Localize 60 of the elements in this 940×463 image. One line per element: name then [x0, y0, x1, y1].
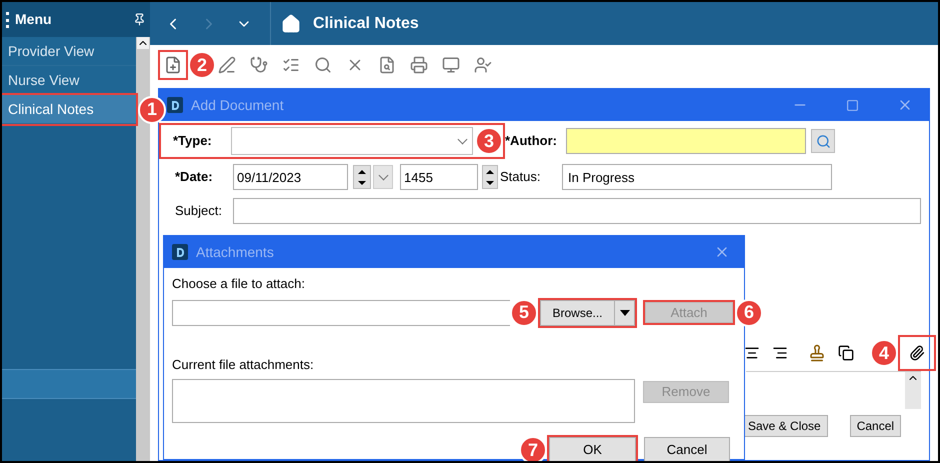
maximize-icon[interactable]: [846, 98, 859, 112]
step-number-badge: 3: [475, 127, 503, 155]
field-label: Subject:: [174, 202, 223, 220]
pen-icon[interactable]: [218, 56, 236, 74]
dialog-title: Add Document: [191, 96, 285, 114]
drag-handle-icon: [6, 12, 9, 28]
field-label: *Type:: [172, 132, 213, 150]
paperclip-icon: [909, 345, 925, 361]
author-field[interactable]: [566, 128, 806, 154]
align-right-icon[interactable]: [772, 345, 788, 361]
date-field[interactable]: 09/11/2023: [233, 164, 348, 190]
page-title: Clinical Notes: [313, 14, 419, 34]
status-field[interactable]: In Progress: [562, 164, 832, 190]
spin-buttons-icon[interactable]: [353, 165, 371, 189]
step-number-badge: 2: [188, 51, 216, 79]
menu-item[interactable]: Provider View: [2, 37, 136, 66]
app-logo-icon: [172, 244, 188, 260]
new-document-icon: [164, 56, 182, 74]
search-button[interactable]: [811, 129, 835, 153]
dialog-title: Attachments: [196, 242, 275, 262]
step-number-badge: 4: [870, 339, 898, 367]
attachments-list[interactable]: [172, 379, 635, 423]
app-logo-icon: [167, 97, 183, 113]
monitor-icon[interactable]: [442, 56, 460, 74]
menu-item[interactable]: Nurse View: [2, 66, 136, 95]
field-label: *Date:: [174, 168, 214, 186]
dialog-button[interactable]: Cancel: [850, 415, 902, 437]
field-label: *Author:: [504, 132, 558, 150]
spin-buttons-icon[interactable]: [482, 165, 498, 189]
step-number-badge: 5: [510, 298, 538, 326]
search-icon[interactable]: [314, 56, 332, 74]
menu-item[interactable]: Clinical Notes: [2, 95, 136, 124]
browse-button[interactable]: Browse...: [540, 300, 615, 326]
user-check-icon[interactable]: [474, 56, 492, 74]
print-icon[interactable]: [410, 56, 428, 74]
new-document-button[interactable]: [160, 52, 186, 78]
align-center-icon[interactable]: [744, 345, 760, 361]
copy-icon[interactable]: [838, 345, 854, 361]
time-field[interactable]: 1455: [400, 164, 478, 190]
attach-button[interactable]: [900, 337, 934, 369]
subject-field[interactable]: [233, 198, 921, 224]
document-search-icon[interactable]: [378, 56, 396, 74]
list-icon[interactable]: [282, 56, 300, 74]
scroll-up-icon[interactable]: [137, 37, 149, 49]
magnifier-icon: [816, 134, 830, 148]
step-number-badge: 7: [519, 436, 547, 461]
dialog-button[interactable]: OK: [549, 437, 636, 461]
scrollbar[interactable]: [136, 37, 150, 461]
field-label: Current file attachments:: [172, 356, 315, 374]
field-label: Choose a file to attach:: [172, 275, 306, 293]
step-number-badge: 6: [735, 298, 763, 326]
file-path-field[interactable]: [172, 300, 508, 326]
dialog-button[interactable]: Cancel: [644, 437, 730, 461]
pin-icon[interactable]: [133, 13, 146, 26]
stethoscope-icon[interactable]: [250, 56, 268, 74]
scrollbar[interactable]: [905, 372, 921, 409]
home-icon[interactable]: [281, 14, 301, 34]
field-label: Status:: [499, 168, 542, 186]
stamp-icon[interactable]: [808, 344, 826, 362]
menu-title: Menu: [15, 10, 53, 29]
